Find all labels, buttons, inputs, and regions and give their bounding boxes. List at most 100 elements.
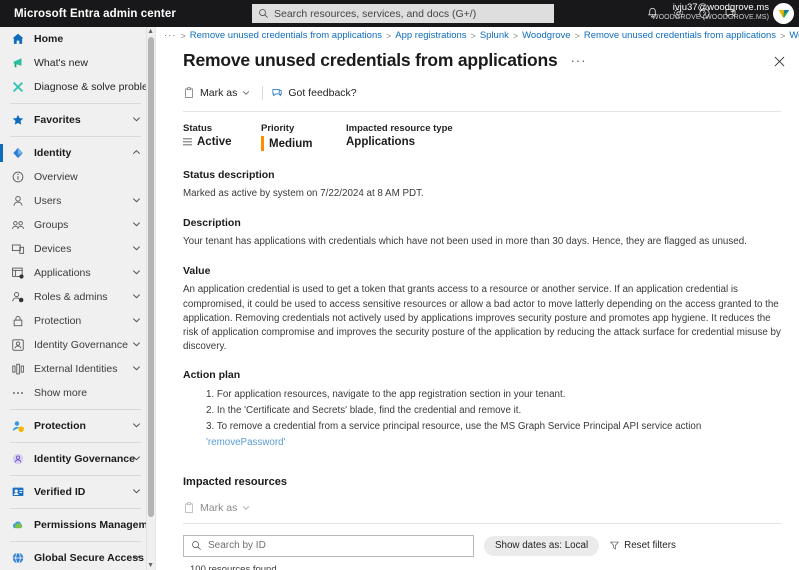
sidebar-divider <box>10 103 141 104</box>
sidebar-item-identity[interactable]: Identity <box>0 141 155 165</box>
main-content-pane: ··· > Remove unused credentials from app… <box>155 27 799 570</box>
chevron-down-icon[interactable] <box>132 111 141 129</box>
sidebar-item-external-identities[interactable]: External Identities <box>0 357 155 381</box>
page-more-menu-icon[interactable]: ··· <box>571 53 587 68</box>
sidebar-item-verified-id[interactable]: Verified ID <box>0 480 155 504</box>
action-plan-title: Action plan <box>183 369 241 382</box>
chevron-down-icon[interactable] <box>132 216 141 234</box>
account-email: ivju37@woodgrove.ms <box>672 2 769 13</box>
avatar[interactable] <box>773 3 794 24</box>
account-info[interactable]: ivju37@woodgrove.ms WOODGROVE (WOODGROVE… <box>652 2 769 22</box>
sidebar-item-roles-admins[interactable]: Roles & admins <box>0 285 155 309</box>
chevron-down-icon[interactable] <box>132 549 141 567</box>
got-feedback-button[interactable]: Got feedback? <box>271 87 366 99</box>
chevron-down-icon[interactable] <box>132 192 141 210</box>
status-field: Status Active <box>183 123 261 151</box>
sidebar-item-identity-governance[interactable]: Identity Governance <box>0 333 155 357</box>
breadcrumb-separator: > <box>780 30 786 41</box>
clipboard-icon <box>185 87 193 98</box>
impacted-mark-as-button[interactable]: Mark as <box>183 502 260 514</box>
reset-filters-button[interactable]: Reset filters <box>609 540 676 551</box>
mark-as-button[interactable]: Mark as <box>183 87 260 99</box>
resources-found-count: 100 resources found <box>190 563 277 570</box>
chevron-down-icon[interactable] <box>132 450 141 468</box>
sidebar-item-label: Applications <box>34 267 91 279</box>
sidebar-item-show-more[interactable]: Show more <box>0 381 155 405</box>
description-title: Description <box>183 217 241 230</box>
action-plan-step-text: 2. In the 'Certificate and Secrets' blad… <box>206 405 522 417</box>
description-body: Your tenant has applications with creden… <box>183 236 747 248</box>
search-by-id-placeholder: Search by ID <box>208 540 266 552</box>
sidebar-item-what-s-new[interactable]: What's new <box>0 51 155 75</box>
sidebar-item-label: Users <box>34 195 62 207</box>
sidebar-item-devices[interactable]: Devices <box>0 237 155 261</box>
action-plan-steps: 1. For application resources, navigate t… <box>206 387 781 450</box>
priority-bar-indicator <box>261 136 264 151</box>
sidebar-item-groups[interactable]: Groups <box>0 213 155 237</box>
breadcrumb-item[interactable]: Woodgrove <box>522 30 570 41</box>
chevron-down-icon[interactable] <box>132 288 141 306</box>
status-description-body: Marked as active by system on 7/22/2024 … <box>183 188 424 199</box>
sidebar-item-label: Identity Governance <box>34 339 128 351</box>
scroll-down-arrow[interactable]: ▼ <box>147 562 154 569</box>
chevron-down-icon[interactable] <box>132 240 141 258</box>
sidebar-item-home[interactable]: Home <box>0 27 155 51</box>
chevron-up-icon[interactable] <box>132 144 141 162</box>
sidebar-item-identity-governance[interactable]: Identity Governance <box>0 447 155 471</box>
chevron-down-icon[interactable] <box>132 417 141 435</box>
breadcrumb-item[interactable]: App registrations <box>395 30 466 41</box>
sidebar-scrollbar-thumb[interactable] <box>147 37 154 517</box>
sidebar-item-permissions-management[interactable]: Permissions Management <box>0 513 155 537</box>
breadcrumb-item[interactable]: Remove unused credentials from applicati… <box>584 30 776 41</box>
breadcrumb-item[interactable]: Splunk <box>480 30 509 41</box>
sidebar-item-protection[interactable]: Protection <box>0 309 155 333</box>
sidebar-item-overview[interactable]: Overview <box>0 165 155 189</box>
chevron-down-icon[interactable] <box>132 312 141 330</box>
command-bar: Mark as Got feedback? <box>183 83 799 103</box>
sidebar-item-protection[interactable]: Protection <box>0 414 155 438</box>
permissions-cloud-icon <box>10 517 26 533</box>
show-dates-as-button[interactable]: Show dates as: Local <box>484 535 600 556</box>
sidebar-divider <box>10 409 141 410</box>
got-feedback-label: Got feedback? <box>288 87 357 99</box>
breadcrumb-separator: > <box>180 30 186 41</box>
impacted-mark-as-label: Mark as <box>200 501 238 514</box>
sidebar-item-users[interactable]: Users <box>0 189 155 213</box>
chevron-down-icon[interactable] <box>132 483 141 501</box>
metadata-row: Status Active Priority Medium Impacted r… <box>183 123 799 151</box>
breadcrumb-item[interactable]: Woodgrove <box>789 30 799 41</box>
reset-filters-label: Reset filters <box>624 540 676 552</box>
global-search-input[interactable]: Search resources, services, and docs (G+… <box>252 4 554 23</box>
sidebar-item-diagnose-solve-problems[interactable]: Diagnose & solve problems <box>0 75 155 99</box>
sidebar-scrollbar[interactable]: ▲ ▼ <box>146 27 155 570</box>
sidebar-item-global-secure-access[interactable]: Global Secure Access <box>0 546 155 570</box>
applications-icon <box>10 265 26 281</box>
feedback-icon <box>272 89 282 97</box>
governance-badge-icon <box>10 451 26 467</box>
impacted-resources-title: Impacted resources <box>183 475 287 488</box>
global-search-placeholder: Search resources, services, and docs (G+… <box>274 7 477 20</box>
command-divider <box>262 86 264 100</box>
sidebar-divider <box>10 541 141 542</box>
sidebar-item-label: Identity <box>34 147 72 159</box>
breadcrumb-separator: > <box>470 30 476 41</box>
chevron-down-icon[interactable] <box>132 360 141 378</box>
governance-icon <box>10 337 26 353</box>
protection-shield-icon <box>10 418 26 434</box>
remove-password-link[interactable]: 'removePassword' <box>206 437 285 448</box>
status-active-icon <box>183 138 192 146</box>
close-icon <box>774 56 785 67</box>
chevron-down-icon[interactable] <box>132 336 141 354</box>
breadcrumb-item[interactable]: Remove unused credentials from applicati… <box>190 30 382 41</box>
sidebar-item-applications[interactable]: Applications <box>0 261 155 285</box>
sidebar-item-label: External Identities <box>34 363 118 375</box>
impacted-resource-type-field: Impacted resource type Applications <box>346 123 453 151</box>
sidebar-item-favorites[interactable]: Favorites <box>0 108 155 132</box>
priority-value-text: Medium <box>269 137 313 150</box>
search-by-id-input[interactable]: Search by ID <box>183 534 474 557</box>
close-blade-button[interactable] <box>774 54 785 72</box>
sidebar-item-label: Protection <box>34 315 82 327</box>
scroll-up-arrow[interactable]: ▲ <box>147 28 154 35</box>
breadcrumb-overflow[interactable]: ··· <box>164 30 177 41</box>
chevron-down-icon[interactable] <box>132 264 141 282</box>
